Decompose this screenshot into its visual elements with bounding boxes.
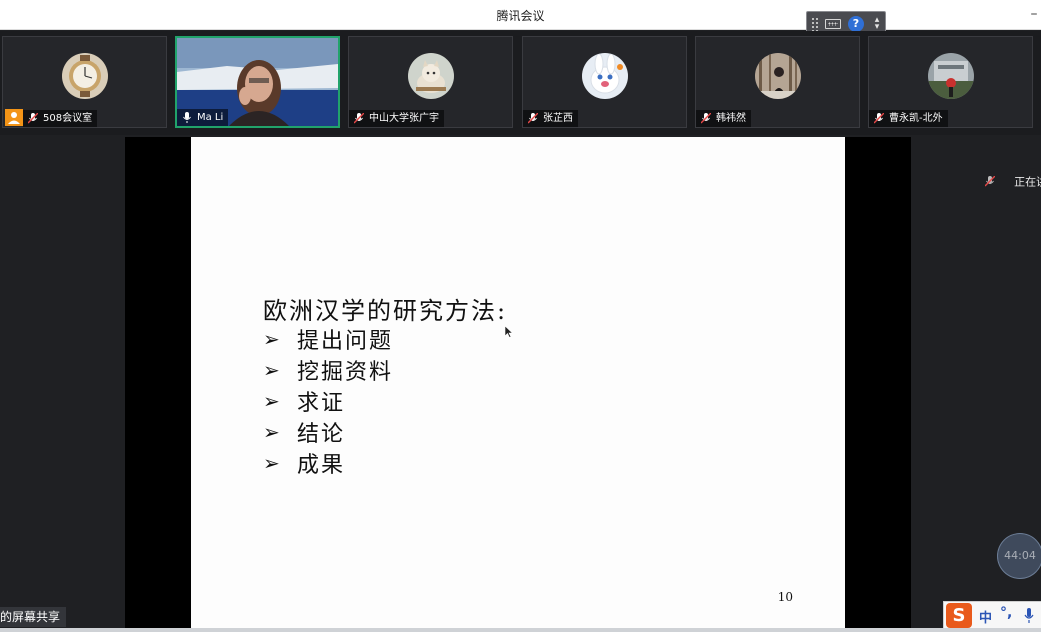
- participant-tile[interactable]: 中山大学张广宇: [348, 36, 513, 128]
- slide-bullet: ➢ 成果: [263, 450, 346, 478]
- participant-tile[interactable]: 曹永凯-北外: [868, 36, 1033, 128]
- avatar: [407, 53, 454, 99]
- presentation-slide: 欧洲汉学的研究方法: ➢ 提出问题 ➢ 挖掘资料 ➢ 求证 ➢ 结论 ➢ 成果 10: [191, 137, 845, 628]
- avatar: [754, 53, 801, 99]
- meeting-timer[interactable]: 44:04: [997, 533, 1041, 579]
- slide-page-number: 10: [777, 590, 793, 604]
- mic-muted-icon: [354, 113, 364, 124]
- participant-name: 曹永凯-北外: [889, 113, 943, 124]
- participant-tile-speaking[interactable]: Ma Li: [175, 36, 340, 128]
- participant-strip: 508会议室 Ma Li 中山大学张广宇 张芷西 韩祎然 曹永凯-北外: [0, 31, 1041, 135]
- arrow-bullet-icon: ➢: [263, 388, 282, 413]
- slide-bullet: ➢ 结论: [263, 419, 346, 447]
- arrow-bullet-icon: ➢: [263, 326, 282, 351]
- arrow-bullet-icon: ➢: [263, 419, 282, 444]
- slide-bullet: ➢ 提出问题: [263, 326, 394, 354]
- participant-name-bar: 中山大学张广宇: [349, 110, 444, 127]
- meeting-window: 腾讯会议 – ? ▴ ▾ 508会议室 Ma Li 中山大学张广宇 张芷西 韩祎…: [0, 0, 1041, 632]
- grip-icon[interactable]: [811, 17, 819, 31]
- participant-name-bar: 曹永凯-北外: [869, 110, 948, 127]
- taskbar-edge: [0, 628, 1041, 632]
- arrow-bullet-icon: ➢: [263, 357, 282, 382]
- mic-muted-icon: [28, 113, 38, 124]
- mic-muted-icon: [985, 176, 995, 187]
- participant-name-bar: 韩祎然: [696, 110, 751, 127]
- mic-on-icon: [182, 112, 192, 123]
- keyboard-icon[interactable]: [825, 19, 841, 29]
- help-icon[interactable]: ?: [848, 16, 864, 32]
- participant-name-bar: Ma Li: [177, 109, 229, 126]
- participant-name-bar: 508会议室: [23, 110, 98, 127]
- mic-muted-icon: [874, 113, 884, 124]
- ime-language-toggle[interactable]: 中: [979, 607, 992, 626]
- slide-bullet-list: ➢ 提出问题 ➢ 挖掘资料 ➢ 求证 ➢ 结论 ➢ 成果: [263, 323, 393, 478]
- minimize-button[interactable]: –: [1027, 4, 1041, 24]
- participant-name: 508会议室: [43, 113, 93, 124]
- menu-icon[interactable]: ▴ ▾: [873, 16, 881, 32]
- participant-name: 中山大学张广宇: [369, 113, 439, 124]
- participant-name: Ma Li: [197, 112, 224, 123]
- avatar: [581, 53, 628, 99]
- slide-title: 欧洲汉学的研究方法:: [263, 297, 508, 325]
- mouse-cursor-icon: [505, 326, 513, 338]
- participant-tile[interactable]: 张芷西: [522, 36, 687, 128]
- screen-share-area: 欧洲汉学的研究方法: ➢ 提出问题 ➢ 挖掘资料 ➢ 求证 ➢ 结论 ➢ 成果 10: [0, 137, 1041, 632]
- avatar: [927, 53, 974, 99]
- ime-toolbar[interactable]: S 中 °,: [943, 601, 1041, 629]
- sogou-logo-icon[interactable]: S: [946, 603, 972, 628]
- participant-tile[interactable]: 508会议室: [2, 36, 167, 128]
- speaking-status: 正在讲: [985, 171, 1041, 189]
- participant-name: 张芷西: [543, 113, 573, 124]
- host-badge-icon: [5, 109, 23, 126]
- voice-input-icon[interactable]: [1024, 608, 1034, 623]
- ime-punctuation-toggle[interactable]: °,: [1000, 605, 1012, 621]
- participant-tile[interactable]: 韩祎然: [695, 36, 860, 128]
- slide-bullet: ➢ 求证: [263, 388, 346, 416]
- participant-name: 韩祎然: [716, 113, 746, 124]
- avatar: [61, 53, 108, 99]
- participant-name-bar: 张芷西: [523, 110, 578, 127]
- screen-share-label: 的屏幕共享: [0, 607, 67, 627]
- slide-bullet: ➢ 挖掘资料: [263, 357, 394, 385]
- mic-muted-icon: [701, 113, 711, 124]
- mic-muted-icon: [528, 113, 538, 124]
- speaking-status-text: 正在讲: [1014, 175, 1041, 189]
- arrow-bullet-icon: ➢: [263, 450, 282, 475]
